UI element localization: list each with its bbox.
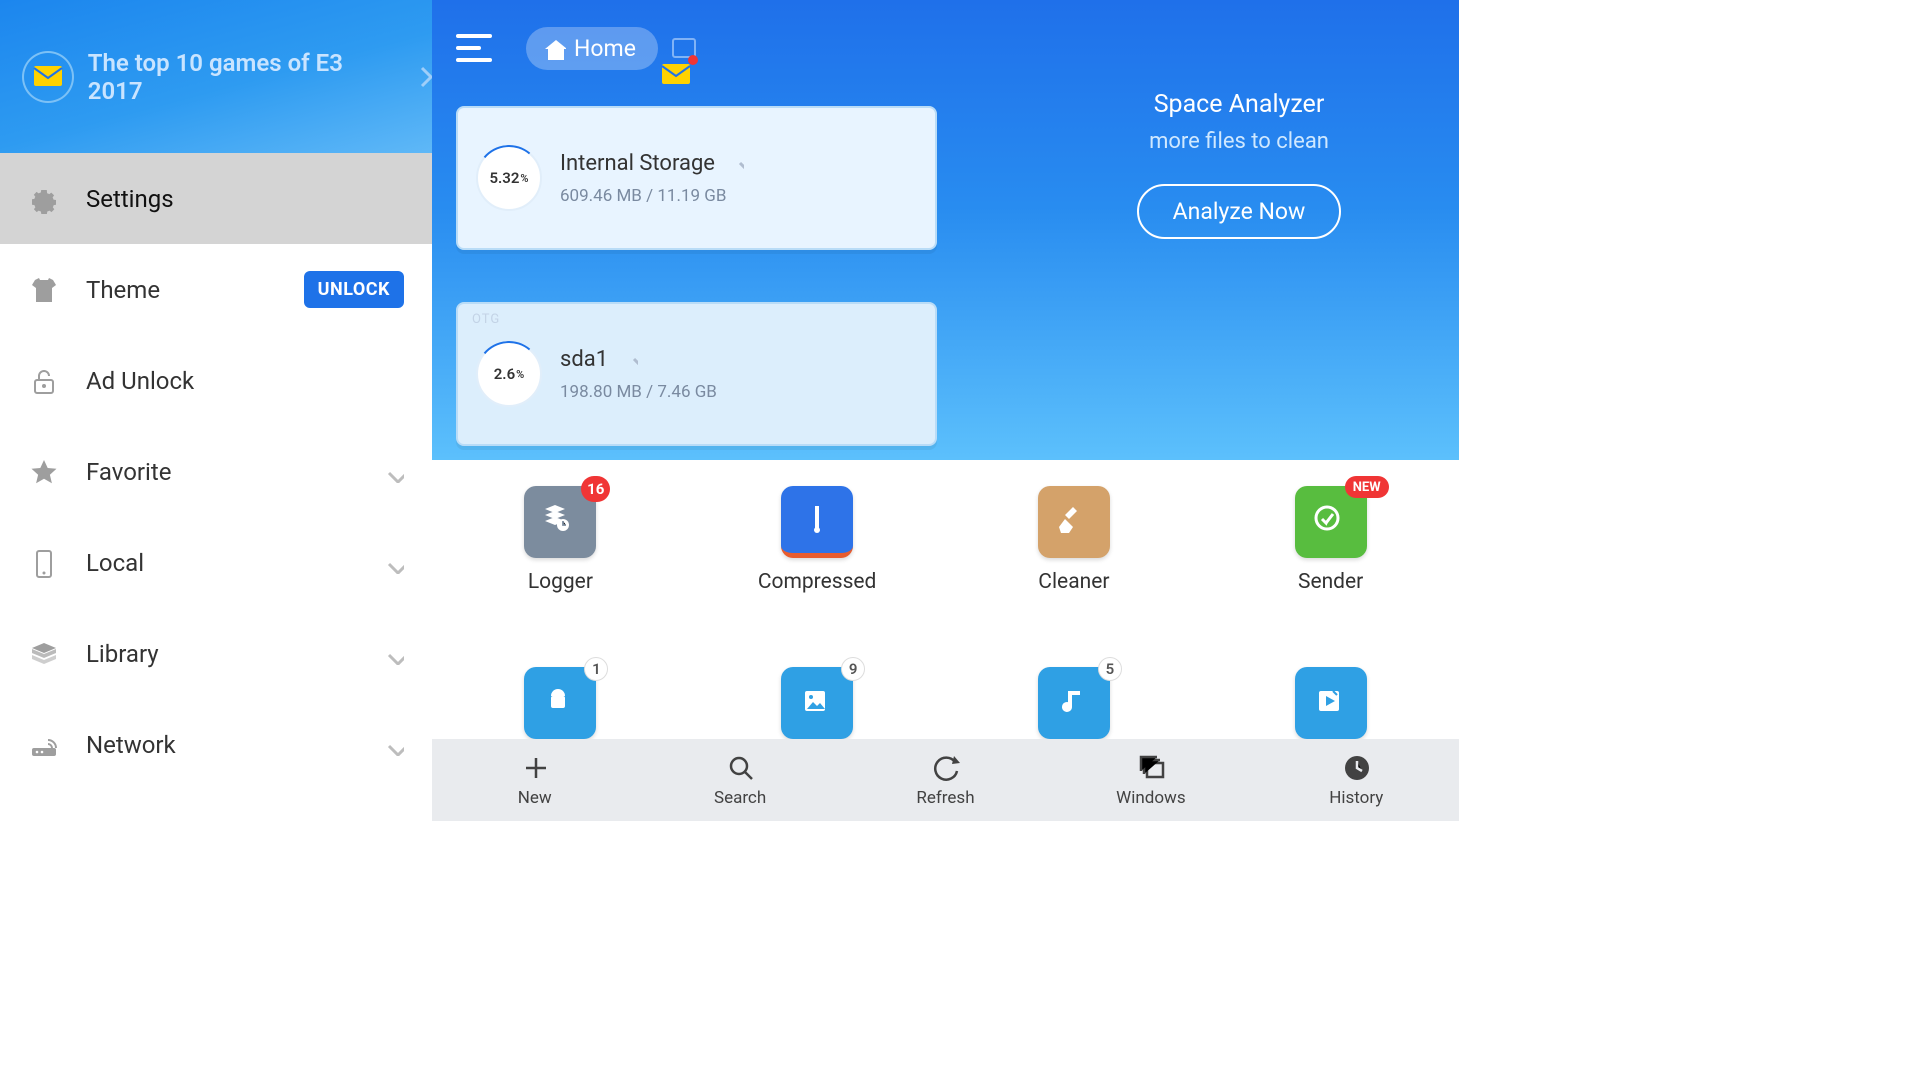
badge-new: NEW	[1345, 476, 1389, 498]
sidebar: The top 10 games of E3 2017 Settings The…	[0, 0, 432, 821]
gear-icon	[28, 184, 58, 214]
star-icon	[28, 457, 58, 487]
windows-icon	[1136, 752, 1166, 782]
chevron-down-icon	[382, 734, 404, 756]
top-bar: Home	[456, 24, 1425, 72]
image-icon: 9	[781, 667, 853, 739]
breadcrumb-home[interactable]: Home	[526, 27, 658, 70]
bottom-refresh[interactable]: Refresh	[843, 739, 1048, 821]
storage-card-sda1[interactable]: OTG 2.6% sda1 198.80 MB / 7.46 GB	[456, 302, 937, 446]
plus-icon	[520, 752, 550, 782]
analyze-now-button[interactable]: Analyze Now	[1137, 184, 1342, 239]
search-icon	[725, 752, 755, 782]
bottom-new[interactable]: New	[432, 739, 637, 821]
refresh-icon	[930, 752, 960, 782]
movie-icon	[1295, 667, 1367, 739]
badge-count: 1	[584, 657, 608, 681]
chevron-right-icon	[622, 352, 638, 368]
notification-dot	[688, 55, 698, 65]
badge-count: 5	[1098, 657, 1122, 681]
chevron-right-icon	[728, 156, 744, 172]
unlock-badge[interactable]: UNLOCK	[304, 271, 404, 308]
tool-sender[interactable]: NEW Sender	[1295, 486, 1367, 641]
promo-banner[interactable]: The top 10 games of E3 2017	[0, 0, 432, 153]
sidebar-item-theme[interactable]: Theme UNLOCK	[0, 244, 432, 335]
otg-tag: OTG	[472, 312, 500, 327]
bottom-search[interactable]: Search	[637, 739, 842, 821]
android-icon: 1	[524, 667, 596, 739]
sender-icon: NEW	[1295, 486, 1367, 558]
promo-title: The top 10 games of E3 2017	[88, 49, 402, 105]
space-analyzer-panel: Space Analyzer more files to clean Analy…	[1079, 90, 1399, 239]
usage-pie: 5.32%	[476, 145, 542, 211]
storage-card-internal[interactable]: 5.32% Internal Storage 609.46 MB / 11.19…	[456, 106, 937, 250]
shirt-icon	[28, 275, 58, 305]
chevron-down-icon	[382, 643, 404, 665]
router-icon	[28, 730, 58, 760]
badge-count: 9	[841, 657, 865, 681]
analyzer-subtitle: more files to clean	[1079, 129, 1399, 154]
sidebar-item-library[interactable]: Library	[0, 608, 432, 699]
usage-pie: 2.6%	[476, 341, 542, 407]
phone-icon	[28, 548, 58, 578]
notifications-button[interactable]	[660, 59, 694, 89]
sidebar-item-ad-unlock[interactable]: Ad Unlock	[0, 335, 432, 426]
broom-icon	[1038, 486, 1110, 558]
chevron-down-icon	[382, 552, 404, 574]
lock-icon	[28, 366, 58, 396]
sidebar-item-settings[interactable]: Settings	[0, 153, 432, 244]
sidebar-item-local[interactable]: Local	[0, 517, 432, 608]
storage-name: sda1	[560, 347, 608, 372]
sidebar-item-favorite[interactable]: Favorite	[0, 426, 432, 517]
analyzer-title: Space Analyzer	[1079, 90, 1399, 119]
chevron-right-icon	[410, 61, 432, 93]
mail-icon	[22, 51, 74, 103]
hamburger-button[interactable]	[456, 34, 492, 62]
bottom-windows[interactable]: Windows	[1048, 739, 1253, 821]
chevron-down-icon	[382, 461, 404, 483]
music-icon: 5	[1038, 667, 1110, 739]
bottom-bar: New Search Refresh Windows History	[432, 739, 1459, 821]
sidebar-menu: Settings Theme UNLOCK Ad Unlock Favorite…	[0, 153, 432, 821]
badge-count: 16	[581, 476, 610, 502]
sidebar-item-network[interactable]: Network	[0, 699, 432, 790]
zip-icon	[781, 486, 853, 558]
storage-name: Internal Storage	[560, 151, 715, 176]
bottom-history[interactable]: History	[1254, 739, 1459, 821]
home-icon	[540, 35, 566, 61]
storage-bytes: 609.46 MB / 11.19 GB	[560, 186, 744, 206]
history-icon	[1341, 752, 1371, 782]
main-panel: Home Space Analyzer more files to clean …	[432, 0, 1459, 821]
tool-compressed[interactable]: Compressed	[758, 486, 877, 641]
hero-section: Home Space Analyzer more files to clean …	[432, 0, 1459, 460]
tool-logger[interactable]: 16 Logger	[524, 486, 596, 641]
tool-cleaner[interactable]: Cleaner	[1038, 486, 1110, 641]
logger-icon: 16	[524, 486, 596, 558]
stack-icon	[28, 639, 58, 669]
storage-bytes: 198.80 MB / 7.46 GB	[560, 382, 717, 402]
